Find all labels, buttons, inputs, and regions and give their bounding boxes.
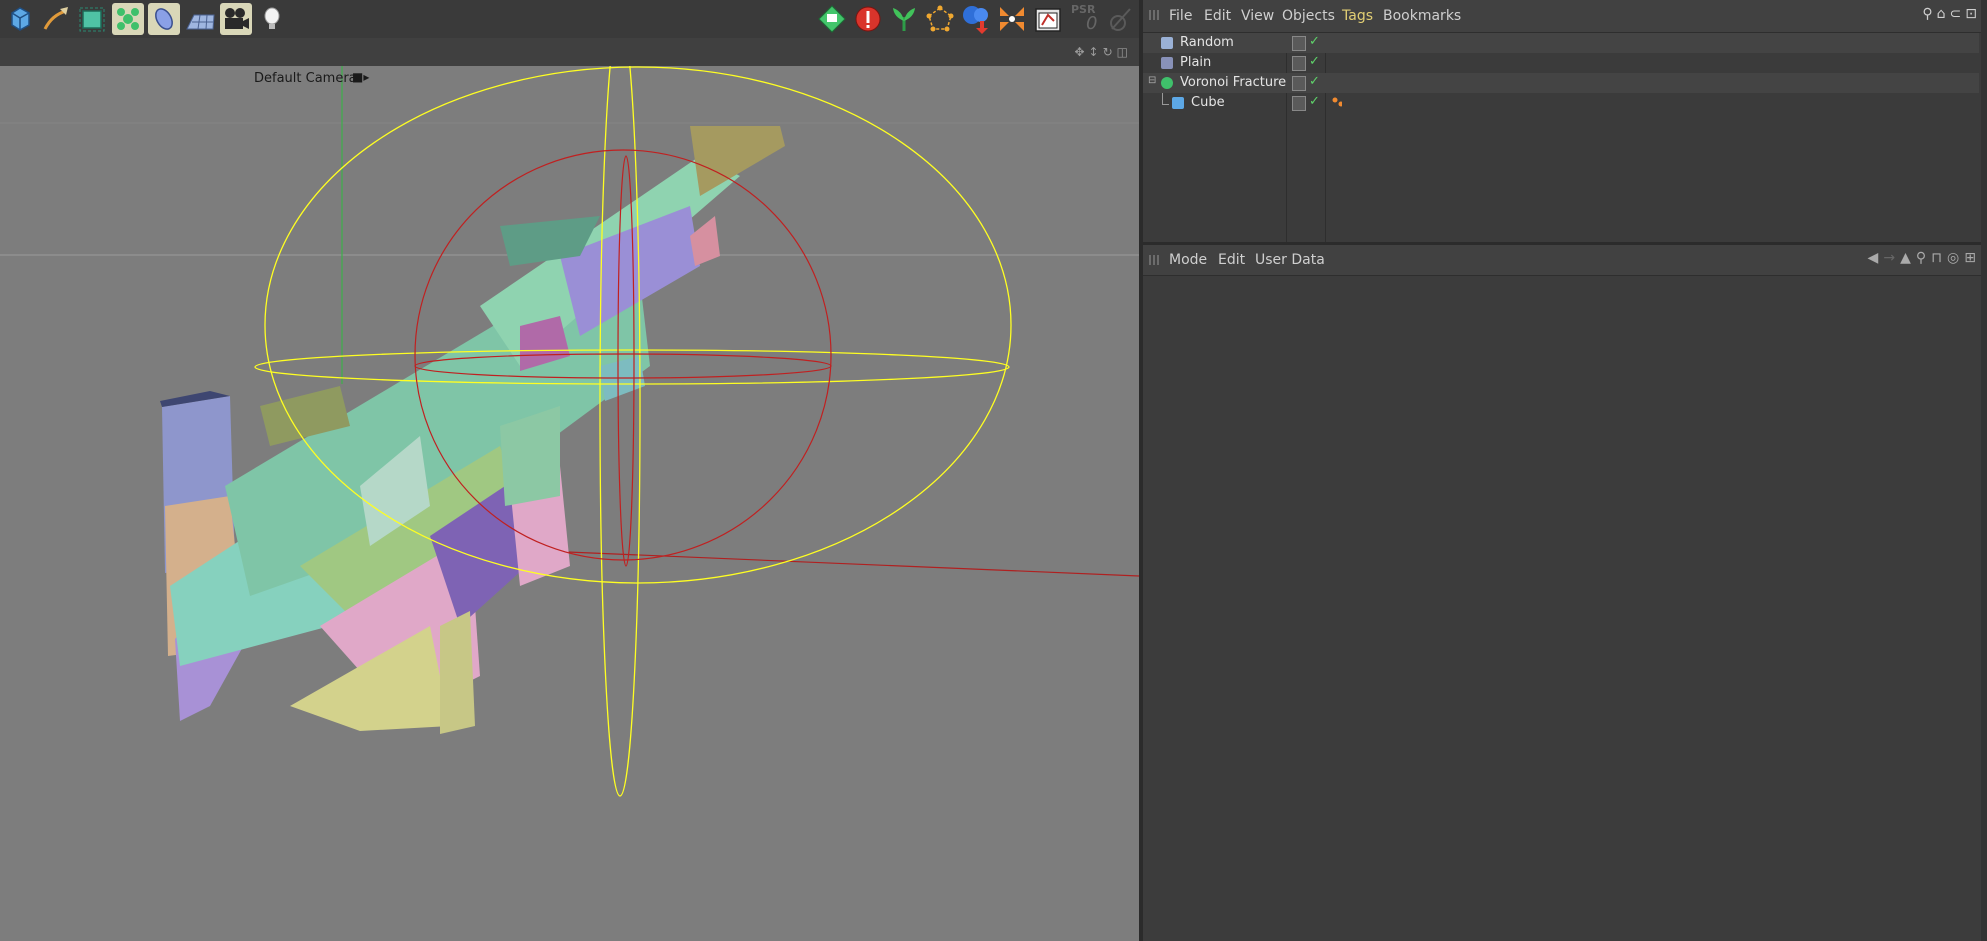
pen-spline-icon[interactable] <box>40 3 72 35</box>
om-tools: ⚲⌂⊂⊡ <box>1922 6 1981 22</box>
visibility-toggle[interactable] <box>1292 76 1306 91</box>
voronoi-fracture-icon <box>1161 77 1173 89</box>
back-icon[interactable]: ⊂ <box>1950 6 1966 22</box>
menu-user-data[interactable]: User Data <box>1255 252 1325 268</box>
psr-value: 0 <box>1086 13 1098 34</box>
sketch-plant-icon[interactable] <box>888 3 920 35</box>
fracture-pieces <box>160 126 785 734</box>
menu-view[interactable]: View <box>1241 8 1274 24</box>
home-icon[interactable]: ⌂ <box>1937 6 1950 22</box>
object-row-random[interactable]: Random ✓ <box>1143 33 1979 53</box>
object-manager-menu: File Edit View Objects Tags Bookmarks ⚲⌂… <box>1143 0 1987 33</box>
attribute-manager: Mode Edit User Data ◀→▲⚲⊓◎⊞ <box>1143 245 1987 941</box>
right-edge-scrollbar[interactable] <box>1981 0 1987 941</box>
am-tools: ◀→▲⚲⊓◎⊞ <box>1868 250 1981 266</box>
expand-icon[interactable]: ⊡ <box>1965 6 1981 22</box>
snap-icon[interactable] <box>996 3 1028 35</box>
menu-tags[interactable]: Tags <box>1342 8 1373 24</box>
camera-icon[interactable] <box>220 3 252 35</box>
lock-icon[interactable]: ⊓ <box>1931 250 1947 266</box>
visibility-toggle[interactable] <box>1292 96 1306 111</box>
object-manager: File Edit View Objects Tags Bookmarks ⚲⌂… <box>1143 0 1987 245</box>
cube-icon[interactable] <box>4 3 36 35</box>
toggle-view-icon[interactable]: ◫ <box>1117 45 1132 59</box>
stop-icon[interactable] <box>852 3 884 35</box>
x-axis-line <box>519 549 1139 577</box>
back-arrow-icon[interactable]: ◀ <box>1868 250 1884 266</box>
menu-objects[interactable]: Objects <box>1282 8 1335 24</box>
object-name[interactable]: Voronoi Fracture <box>1180 75 1286 90</box>
psr-indicator: PSR 0 <box>1068 3 1104 35</box>
3d-viewport[interactable]: Default Camera ■▸ <box>0 66 1139 941</box>
up-arrow-icon[interactable]: ▲ <box>1900 250 1916 266</box>
visibility-toggle[interactable] <box>1292 56 1306 71</box>
menu-file[interactable]: File <box>1169 8 1192 24</box>
forward-arrow-icon[interactable]: → <box>1883 250 1900 266</box>
light-icon[interactable] <box>256 3 288 35</box>
search-icon[interactable]: ⚲ <box>1916 250 1931 266</box>
enabled-check-icon[interactable]: ✓ <box>1309 94 1320 109</box>
enabled-check-icon[interactable]: ✓ <box>1309 54 1320 69</box>
points-mode-icon[interactable] <box>924 3 956 35</box>
rotate-view-icon[interactable]: ↻ <box>1103 45 1117 59</box>
camera-small-icon[interactable]: ■▸ <box>352 70 369 84</box>
menu-edit[interactable]: Edit <box>1204 8 1231 24</box>
attribute-manager-menu: Mode Edit User Data ◀→▲⚲⊓◎⊞ <box>1143 245 1987 276</box>
subdivision-icon[interactable] <box>76 3 108 35</box>
expand-toggle-icon[interactable]: ⊟ <box>1148 75 1156 86</box>
coordinate-lock-icon[interactable] <box>1104 3 1136 35</box>
mograph-cloner-icon[interactable] <box>112 3 144 35</box>
main-toolbar: PSR 0 <box>0 0 1140 38</box>
enabled-check-icon[interactable]: ✓ <box>1309 74 1320 89</box>
render-region-icon[interactable] <box>816 3 848 35</box>
random-effector-icon <box>1161 37 1173 49</box>
viewport-header: ✥↕↻◫ <box>0 38 1140 67</box>
camera-label[interactable]: Default Camera <box>254 71 357 86</box>
enabled-check-icon[interactable]: ✓ <box>1309 34 1320 49</box>
menu-edit[interactable]: Edit <box>1218 252 1245 268</box>
object-row-plain[interactable]: Plain ✓ <box>1143 53 1979 73</box>
render-settings-icon[interactable] <box>1032 3 1064 35</box>
zoom-view-icon[interactable]: ↕ <box>1089 45 1103 59</box>
viewport-nav-icons[interactable]: ✥↕↻◫ <box>1074 45 1132 59</box>
floor-scene-icon[interactable] <box>184 3 216 35</box>
viewport-scene <box>0 66 1139 797</box>
object-list: Random ✓ Plain ✓ ⊟ Voronoi Fracture ✓ Cu… <box>1143 32 1987 242</box>
target-icon[interactable]: ◎ <box>1947 250 1964 266</box>
visibility-toggle[interactable] <box>1292 36 1306 51</box>
deformer-icon[interactable] <box>148 3 180 35</box>
object-name[interactable]: Random <box>1180 35 1234 50</box>
cube-object-icon <box>1172 97 1184 109</box>
object-name[interactable]: Cube <box>1191 95 1225 110</box>
fracture-tag-icon[interactable] <box>1332 97 1342 107</box>
object-row-voronoi-fracture[interactable]: ⊟ Voronoi Fracture ✓ <box>1143 73 1979 93</box>
grip-icon[interactable] <box>1149 10 1159 20</box>
menu-mode[interactable]: Mode <box>1169 252 1207 268</box>
render-to-picture-icon[interactable] <box>960 3 992 35</box>
object-row-cube[interactable]: Cube ✓ <box>1143 93 1979 113</box>
new-panel-icon[interactable]: ⊞ <box>1964 250 1981 266</box>
search-icon[interactable]: ⚲ <box>1922 6 1936 22</box>
grip-icon[interactable] <box>1149 255 1159 265</box>
menu-bookmarks[interactable]: Bookmarks <box>1383 8 1461 24</box>
object-name[interactable]: Plain <box>1180 55 1211 70</box>
plain-effector-icon <box>1161 57 1173 69</box>
tree-connector <box>1162 93 1169 105</box>
move-view-icon[interactable]: ✥ <box>1074 45 1088 59</box>
